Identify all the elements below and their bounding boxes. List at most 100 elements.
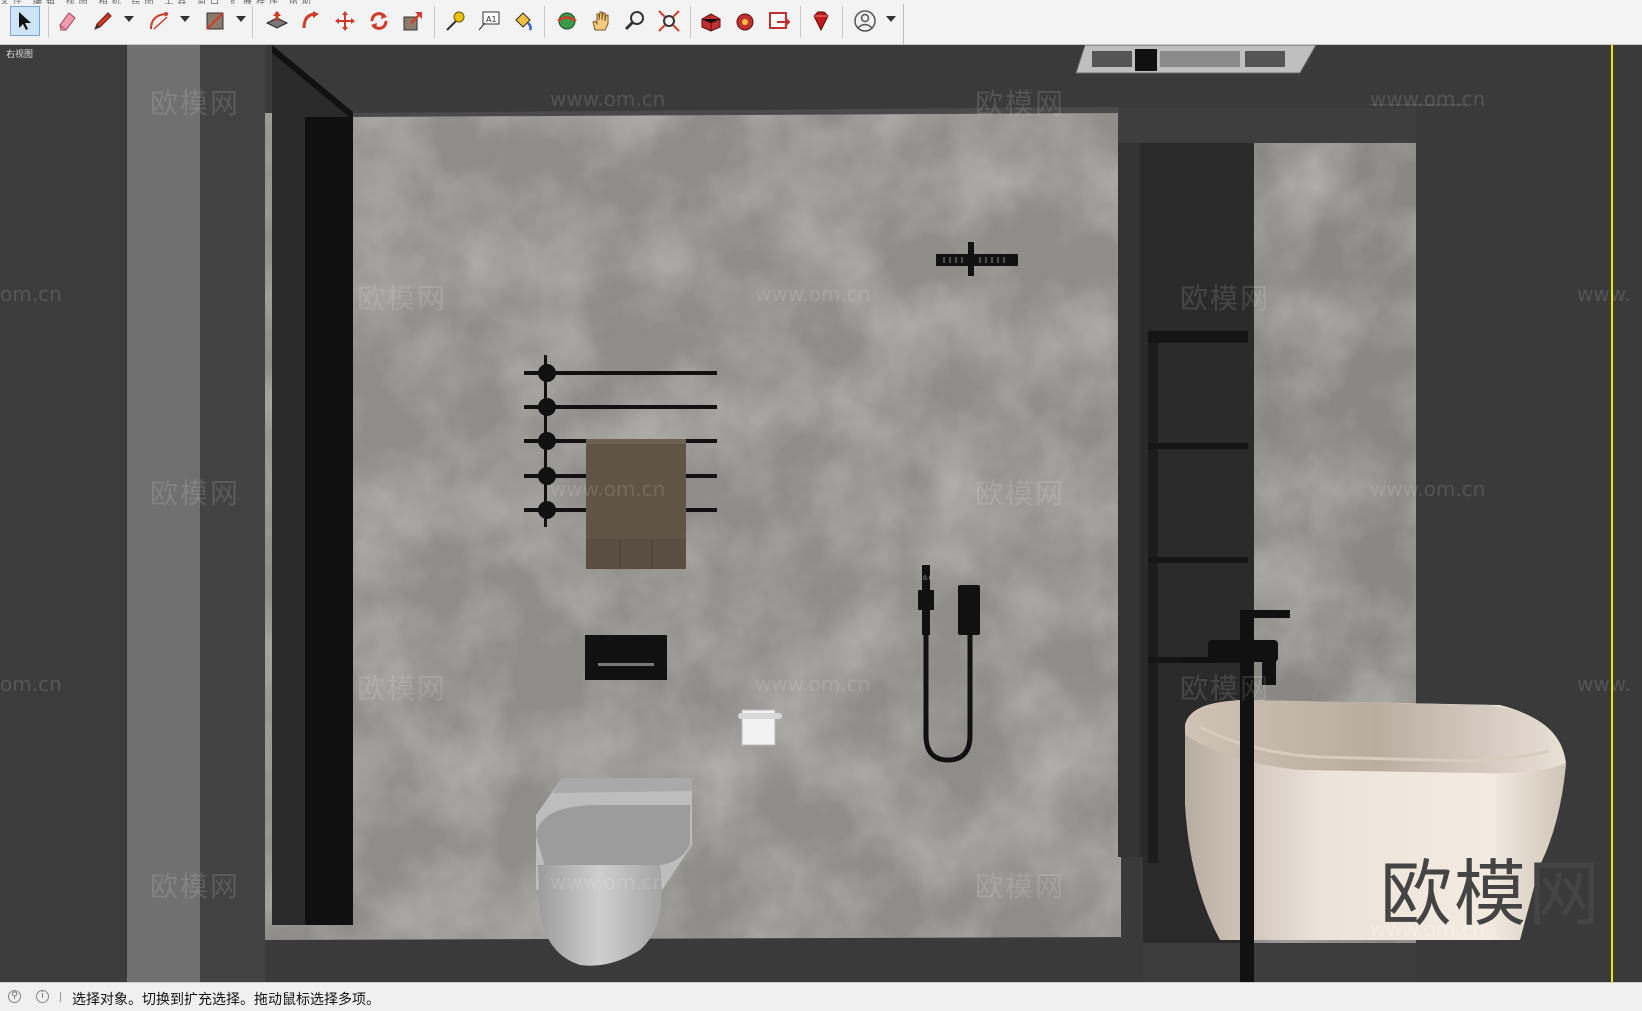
- pan-tool-button[interactable]: [586, 6, 616, 36]
- zoom-extents-icon: [658, 10, 680, 32]
- pencil-icon: [94, 12, 112, 30]
- niche-shelf-side: [1148, 343, 1158, 863]
- toolbar-separator: [800, 6, 801, 38]
- niche-shelf: [1148, 557, 1248, 563]
- toolbar-separator: [842, 6, 843, 38]
- 3d-viewport[interactable]: 0.0 欧模网 www.om.cn 欧模网 www.om.cn om.cn 欧模…: [0, 45, 1642, 982]
- orbit-tool-button[interactable]: [552, 6, 582, 36]
- text-tool-glyph: A1: [486, 15, 497, 24]
- niche-shelf-top: [1148, 331, 1248, 343]
- user-account-icon: [854, 10, 876, 32]
- watermark: 欧模网: [975, 870, 1066, 903]
- watermark: 欧模网: [357, 672, 448, 705]
- rotate-icon: [370, 12, 388, 30]
- follow-me-tool-button[interactable]: [296, 6, 326, 36]
- watermark: www.om.cn: [755, 672, 871, 696]
- rotate-tool-button[interactable]: [364, 6, 394, 36]
- tape-measure-icon: [446, 11, 465, 31]
- pencil-tool-button[interactable]: [88, 6, 118, 36]
- heater-light-panel: [1160, 51, 1240, 67]
- status-separator: [60, 992, 61, 1002]
- scale-tool-button[interactable]: [398, 6, 428, 36]
- watermark: 欧模网: [150, 477, 241, 510]
- watermark: www.: [1577, 282, 1631, 306]
- layout-tool-button[interactable]: [764, 6, 794, 36]
- toolbar-separator: [434, 6, 435, 38]
- watermark: 欧模网: [1180, 282, 1271, 315]
- arc-tool-button[interactable]: [144, 6, 174, 36]
- paint-bucket-tool-button[interactable]: [508, 6, 538, 36]
- towel[interactable]: [586, 439, 686, 569]
- toolbar-end-border: [903, 4, 904, 44]
- extension-warehouse-icon: [736, 13, 754, 31]
- niche-base: [1121, 857, 1143, 940]
- big-watermark-url: www.om.cn: [1370, 917, 1486, 941]
- follow-me-icon: [302, 11, 319, 29]
- toolbar-separator: [252, 6, 253, 38]
- watermark: 欧模网: [975, 87, 1066, 120]
- text-tool-button[interactable]: A1: [474, 6, 504, 36]
- push-pull-icon: [265, 11, 289, 29]
- text-icon: A1: [478, 11, 500, 31]
- main-toolbar: 文件 编辑 视图 相机 绘图 工具 窗口 扩展程序 帮助 A1: [0, 0, 1642, 45]
- shape-dropdown-arrow[interactable]: [236, 16, 246, 22]
- select-tool-button[interactable]: [10, 6, 40, 36]
- warehouse-tool-button[interactable]: [696, 6, 726, 36]
- watermark: om.cn: [0, 672, 62, 696]
- arc-icon: [150, 12, 168, 30]
- push-pull-tool-button[interactable]: [262, 6, 292, 36]
- account-button[interactable]: [850, 6, 880, 36]
- watermark: www.om.cn: [550, 870, 666, 894]
- toolbar-separator: [690, 6, 691, 38]
- arrow-cursor-icon: [19, 12, 31, 30]
- watermark: www.: [1577, 672, 1631, 696]
- geolocation-icon[interactable]: ⚲: [8, 990, 21, 1003]
- extension-warehouse-tool-button[interactable]: [730, 6, 760, 36]
- ruby-console-icon: [813, 11, 829, 32]
- toilet-paper-holder[interactable]: [738, 709, 782, 746]
- layout-icon: [769, 12, 791, 29]
- heater-vent-left: [1092, 51, 1132, 67]
- watermark: www.om.cn: [550, 87, 666, 111]
- tape-measure-tool-button[interactable]: [440, 6, 470, 36]
- shower-panel-text: 0.0: [923, 575, 933, 582]
- zoom-extents-tool-button[interactable]: [654, 6, 684, 36]
- watermark: 欧模网: [357, 282, 448, 315]
- pencil-dropdown-arrow[interactable]: [124, 16, 134, 22]
- toolbar-separator: [544, 6, 545, 38]
- 3d-warehouse-icon: [701, 13, 721, 32]
- watermark: www.om.cn: [1370, 87, 1486, 111]
- floor: [265, 937, 1143, 982]
- pan-hand-icon: [592, 11, 609, 31]
- watermark: www.om.cn: [1370, 477, 1486, 501]
- watermark: www.om.cn: [755, 282, 871, 306]
- rectangle-icon: [206, 12, 224, 30]
- flush-plate[interactable]: [585, 635, 667, 680]
- watermark: 欧模网: [150, 87, 241, 120]
- niche-left-edge: [1118, 143, 1140, 857]
- arc-dropdown-arrow[interactable]: [180, 16, 190, 22]
- door-frame-black: [305, 117, 353, 925]
- watermark: 欧模网: [150, 870, 241, 903]
- niche-shelf: [1148, 443, 1248, 449]
- heater-vent-right: [1245, 51, 1285, 67]
- heater-control-panel: [1135, 49, 1157, 71]
- status-text: 选择对象。切换到扩充选择。拖动鼠标选择多项。: [72, 992, 380, 1008]
- concrete-texture: [265, 110, 1143, 940]
- move-icon: [335, 11, 355, 31]
- watermark: www.om.cn: [550, 477, 666, 501]
- ruby-tool-button[interactable]: [806, 6, 836, 36]
- watermark: om.cn: [0, 282, 62, 306]
- zoom-tool-button[interactable]: [620, 6, 650, 36]
- shape-tool-button[interactable]: [200, 6, 230, 36]
- menu-bar-clipped[interactable]: 文件 编辑 视图 相机 绘图 工具 窗口 扩展程序 帮助: [0, 0, 520, 4]
- move-tool-button[interactable]: [330, 6, 360, 36]
- eraser-icon: [59, 12, 76, 31]
- eraser-tool-button[interactable]: [52, 6, 82, 36]
- watermark: 欧模网: [975, 477, 1066, 510]
- view-label: 右视图: [6, 50, 34, 60]
- info-icon[interactable]: i: [36, 990, 49, 1003]
- account-dropdown-arrow[interactable]: [886, 16, 896, 22]
- zoom-icon: [624, 11, 644, 31]
- right-ceiling-soffit: [1118, 108, 1466, 143]
